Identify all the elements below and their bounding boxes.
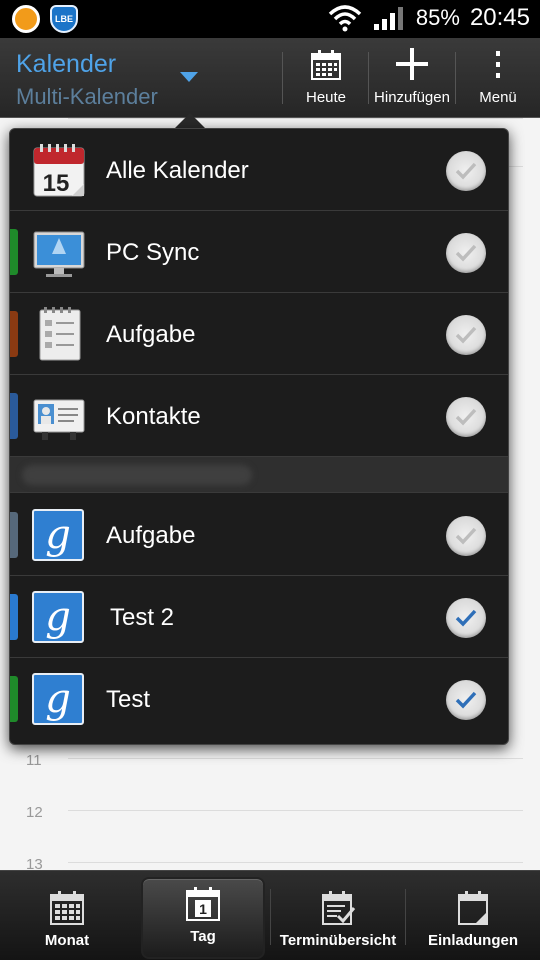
tab-month[interactable]: Monat — [0, 871, 134, 960]
calendar-item-label: Test 2 — [110, 604, 175, 631]
checkbox[interactable] — [446, 315, 486, 355]
tab-agenda[interactable]: Terminübersicht — [271, 871, 405, 960]
hour-line — [68, 862, 523, 863]
signal-strength-icon — [373, 7, 403, 30]
calendar-color-bar — [10, 311, 18, 357]
plus-icon — [396, 48, 428, 80]
hour-label: 12 — [26, 804, 43, 821]
month-grid-icon — [50, 891, 84, 925]
agenda-icon — [322, 891, 356, 925]
popup-pointer — [174, 113, 206, 129]
hour-line — [68, 758, 523, 759]
calendar-item-kontakte[interactable]: Kontakte — [10, 375, 508, 457]
dropdown-arrow-icon — [180, 72, 198, 82]
calendar-item-label: Kontakte — [106, 403, 201, 430]
today-label: Heute — [305, 89, 347, 106]
checkmark-icon — [455, 609, 477, 627]
lbe-label: LBE — [55, 14, 73, 24]
calendar-item-test[interactable]: g Test — [10, 658, 508, 740]
hour-line — [68, 118, 523, 119]
tab-invitations-label: Einladungen — [428, 932, 518, 949]
checkbox[interactable] — [446, 397, 486, 437]
calendar-item-aufgabe[interactable]: Aufgabe — [10, 293, 508, 375]
divider — [282, 52, 283, 104]
calendar-item-label: Alle Kalender — [106, 157, 249, 184]
calendar-item-pc-sync[interactable]: PC Sync — [10, 211, 508, 293]
calendar-item-label: PC Sync — [106, 239, 200, 266]
calendar-color-bar — [10, 594, 18, 640]
calendar-color-bar — [10, 676, 18, 722]
tasks-notepad-icon — [39, 307, 81, 361]
calendar-icon-number: 15 — [43, 170, 70, 197]
lbe-security-icon[interactable]: LBE — [50, 5, 78, 33]
checkmark-icon — [455, 408, 477, 426]
status-bar: LBE 85% 20:45 — [0, 0, 540, 38]
checkbox[interactable] — [446, 598, 486, 638]
tab-month-label: Monat — [44, 932, 90, 949]
pc-sync-icon — [33, 231, 85, 277]
app-subtitle: Multi-Kalender — [16, 84, 158, 109]
google-icon: g — [32, 591, 84, 643]
checkbox[interactable] — [446, 151, 486, 191]
app-notification-icon[interactable] — [12, 5, 40, 33]
calendar-color-bar — [10, 393, 18, 439]
checkmark-icon — [455, 691, 477, 709]
tab-day[interactable]: 1 Tag — [141, 877, 265, 959]
divider — [368, 52, 369, 104]
calendar-item-label: Aufgabe — [106, 321, 196, 348]
battery-percentage: 85% — [415, 5, 460, 30]
obscured-account-name — [22, 465, 252, 485]
checkmark-icon — [455, 162, 477, 180]
calendar-item-google-aufgabe[interactable]: g Aufgabe — [10, 494, 508, 576]
calendar-selector-popup: 15 Alle Kalender PC Sync Aufgabe Kontakt… — [9, 128, 509, 745]
google-icon: g — [32, 509, 84, 561]
checkbox[interactable] — [446, 516, 486, 556]
calendar-item-label: Test — [106, 686, 151, 713]
invitations-icon — [458, 891, 488, 925]
checkmark-icon — [455, 527, 477, 545]
bottom-navigation: Monat 1 Tag Terminübersicht Einladungen — [0, 870, 540, 960]
overflow-menu-icon — [496, 51, 500, 78]
today-button[interactable]: Heute — [284, 38, 368, 118]
calendar-color-bar — [10, 512, 18, 558]
calendar-selector[interactable]: Kalender Multi-Kalender — [0, 38, 210, 118]
calendar-item-alle-kalender[interactable]: 15 Alle Kalender — [10, 129, 508, 211]
add-button[interactable]: Hinzufügen — [370, 38, 454, 118]
hour-label: 11 — [26, 752, 42, 769]
wifi-icon — [328, 5, 362, 32]
google-icon: g — [32, 673, 84, 725]
tab-day-label: Tag — [190, 928, 216, 945]
checkmark-icon — [455, 326, 477, 344]
google-glyph: g — [45, 676, 71, 722]
calendar-grid-icon — [311, 50, 341, 80]
app-title: Kalender — [16, 50, 117, 78]
account-section-header — [10, 457, 508, 493]
tab-agenda-label: Terminübersicht — [279, 932, 397, 949]
calendar-item-test-2[interactable]: g Test 2 — [10, 576, 508, 658]
calendar-15-icon: 15 — [33, 144, 85, 197]
tab-invitations[interactable]: Einladungen — [406, 871, 540, 960]
day-icon-number: 1 — [199, 901, 207, 917]
day-calendar-icon: 1 — [186, 887, 220, 921]
checkbox[interactable] — [446, 233, 486, 273]
calendar-item-label: Aufgabe — [106, 522, 196, 549]
add-label: Hinzufügen — [374, 89, 450, 106]
clock: 20:45 — [469, 4, 530, 31]
calendar-color-bar — [10, 229, 18, 275]
google-glyph: g — [45, 594, 71, 640]
hour-line — [68, 810, 523, 811]
checkbox[interactable] — [446, 680, 486, 720]
contacts-card-icon — [33, 399, 85, 440]
action-bar: Kalender Multi-Kalender Heute Hinzufügen… — [0, 38, 540, 118]
menu-label: Menü — [479, 89, 517, 106]
menu-button[interactable]: Menü — [456, 38, 540, 118]
checkmark-icon — [455, 244, 477, 262]
google-glyph: g — [45, 512, 71, 558]
